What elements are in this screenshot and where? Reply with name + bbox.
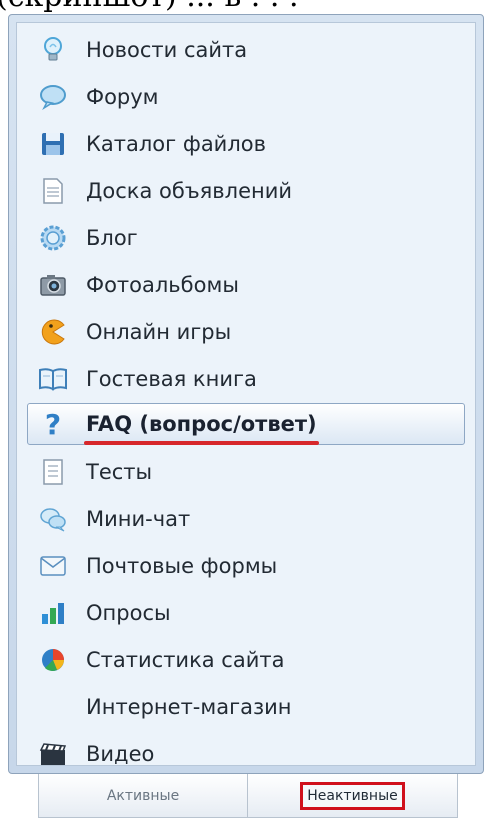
menu-item-label: Тесты — [86, 460, 153, 484]
menu-item-label: Почтовые формы — [86, 554, 278, 578]
menu-item-label: Мини-чат — [86, 507, 191, 531]
menu-item-polls[interactable]: Опросы — [27, 592, 465, 634]
question-mark-icon: ? — [38, 409, 68, 439]
module-menu-panel: Новости сайта Форум Каталог файлов Доска… — [8, 14, 484, 774]
menu-item-tests[interactable]: Тесты — [27, 451, 465, 493]
document-icon — [38, 176, 68, 206]
menu-item-guestbook[interactable]: Гостевая книга — [27, 358, 465, 400]
menu-item-label: Опросы — [86, 601, 171, 625]
clapperboard-icon — [38, 739, 68, 769]
menu-item-site-statistics[interactable]: Статистика сайта — [27, 639, 465, 681]
menu-item-label: Фотоальбомы — [86, 273, 239, 297]
menu-item-mini-chat[interactable]: Мини-чат — [27, 498, 465, 540]
chat-bubbles-icon — [38, 504, 68, 534]
floppy-disk-icon — [38, 129, 68, 159]
menu-item-file-catalog[interactable]: Каталог файлов — [27, 123, 465, 165]
faq-label-text: FAQ (вопрос/ответ) — [86, 412, 317, 436]
menu-item-mail-forms[interactable]: Почтовые формы — [27, 545, 465, 587]
checklist-icon — [38, 457, 68, 487]
menu-item-online-store[interactable]: Интернет-магазин — [27, 686, 465, 728]
cropped-text: (скриншот) ... в . . . — [0, 0, 299, 12]
lightbulb-icon — [38, 35, 68, 65]
tab-active[interactable]: Активные — [38, 774, 249, 818]
menu-item-label: Видео — [86, 742, 155, 766]
module-menu-list: Новости сайта Форум Каталог файлов Доска… — [16, 22, 476, 766]
menu-item-online-games[interactable]: Онлайн игры — [27, 311, 465, 353]
camera-icon — [38, 270, 68, 300]
menu-item-label: Форум — [86, 85, 159, 109]
tab-inactive[interactable]: Неактивные — [248, 774, 458, 818]
menu-item-forum[interactable]: Форум — [27, 76, 465, 118]
pie-chart-icon — [38, 645, 68, 675]
screenshot-root: (скриншот) ... в . . . Новости сайта — [0, 0, 494, 828]
menu-item-label-faq: FAQ (вопрос/ответ) — [84, 412, 319, 445]
tab-active-label: Активные — [106, 787, 180, 804]
menu-item-label: Доска объявлений — [86, 179, 293, 203]
highlight-underline — [84, 441, 319, 445]
menu-item-label: Блог — [86, 226, 138, 250]
gear-icon — [38, 223, 68, 253]
bar-chart-icon — [38, 598, 68, 628]
menu-item-label: Статистика сайта — [86, 648, 285, 672]
envelope-icon — [38, 551, 68, 581]
bottom-tabs: Активные Неактивные — [38, 774, 458, 818]
menu-item-classifieds[interactable]: Доска объявлений — [27, 170, 465, 212]
menu-item-label: Гостевая книга — [86, 367, 257, 391]
menu-item-label: Новости сайта — [86, 38, 248, 62]
menu-item-label: Интернет-магазин — [86, 695, 292, 719]
menu-item-site-news[interactable]: Новости сайта — [27, 29, 465, 71]
svg-text:?: ? — [45, 409, 61, 439]
menu-item-label: Онлайн игры — [86, 320, 232, 344]
pacman-icon — [38, 317, 68, 347]
menu-item-blog[interactable]: Блог — [27, 217, 465, 259]
speech-bubble-icon — [38, 82, 68, 112]
tab-inactive-label: Неактивные — [300, 781, 405, 810]
menu-item-video[interactable]: Видео — [27, 733, 465, 775]
menu-item-photo-albums[interactable]: Фотоальбомы — [27, 264, 465, 306]
open-book-icon — [38, 364, 68, 394]
menu-item-label: Каталог файлов — [86, 132, 266, 156]
menu-item-faq[interactable]: ? FAQ (вопрос/ответ) — [27, 403, 465, 445]
